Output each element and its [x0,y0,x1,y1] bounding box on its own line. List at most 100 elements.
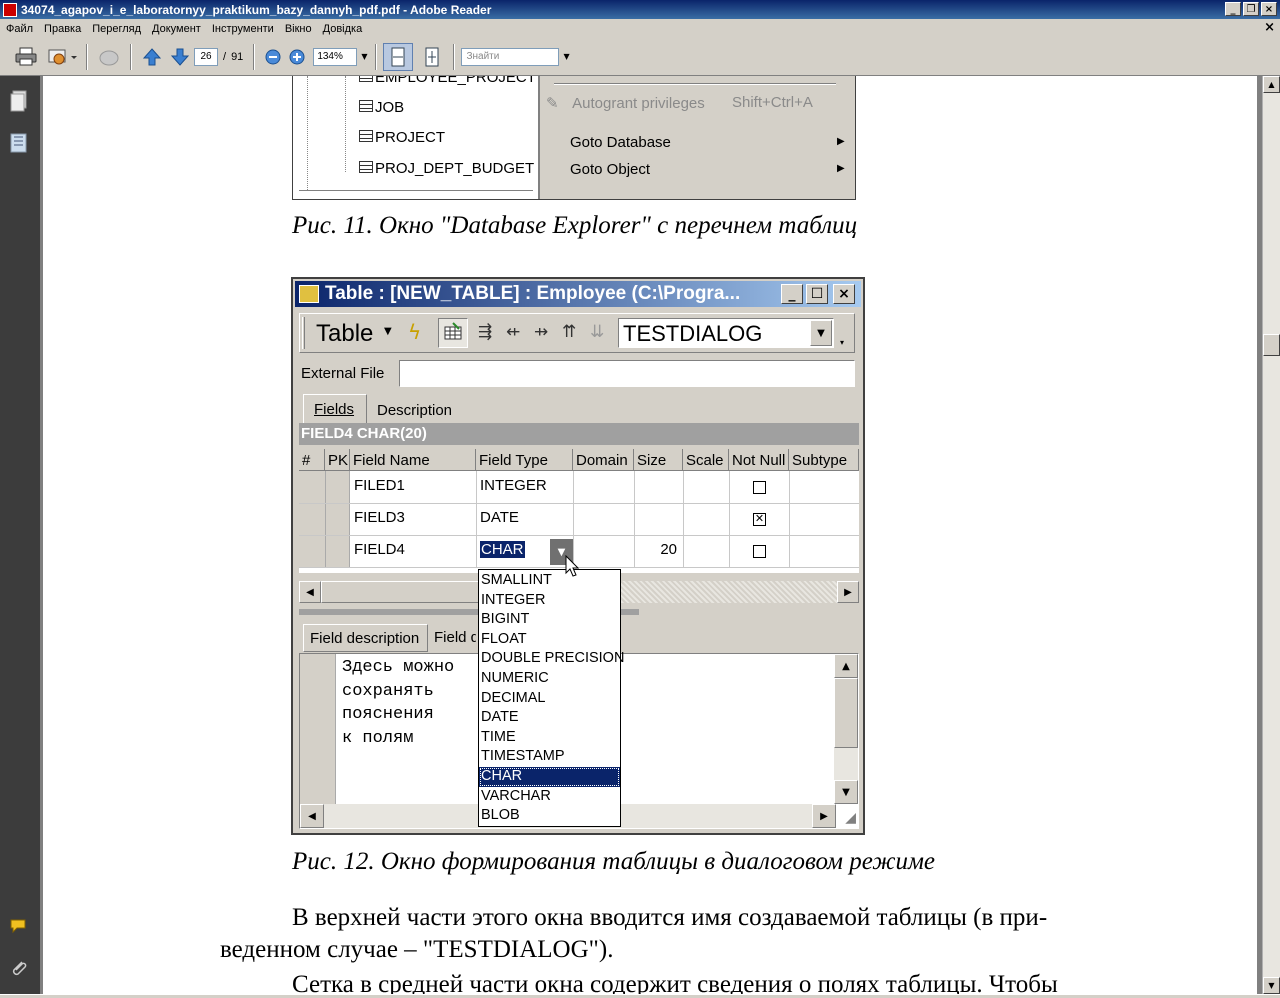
type-option[interactable]: FLOAT [479,630,620,650]
external-file-input[interactable] [399,360,855,387]
type-option[interactable]: NUMERIC [479,669,620,689]
not-null-checkbox[interactable] [753,545,766,558]
menu-window[interactable]: Вікно [279,23,317,35]
scroll-up-icon[interactable]: ▲ [1263,76,1280,93]
type-option-selected[interactable]: CHAR [479,766,620,787]
restore-button[interactable]: ❐ [1243,2,1259,16]
column-header-scale[interactable]: Scale [683,449,729,471]
table-menu-button[interactable]: Table [316,320,373,348]
delete-field-icon[interactable]: ⇷ [506,322,520,342]
close-button[interactable]: × [1261,2,1277,16]
dialog-close-button[interactable]: × [833,284,855,304]
zoom-level-input[interactable]: 134% [313,47,358,66]
zoom-dropdown-arrow[interactable]: ▼ [361,52,367,61]
column-header-pk[interactable]: PK [325,449,350,471]
field-type-editor[interactable]: CHAR [480,541,525,558]
tab-field-description[interactable]: Field description [303,624,428,652]
hand-tool-button[interactable] [94,43,124,71]
find-input[interactable]: Знайти [461,47,560,66]
scroll-left-icon[interactable]: ◀ [300,804,324,828]
menu-tools[interactable]: Інструменти [206,23,279,35]
column-header-field-name[interactable]: Field Name [350,449,476,471]
tab-fields[interactable]: Fields [303,394,367,423]
column-header-number[interactable]: # [299,449,325,471]
fit-page-button[interactable] [417,43,447,71]
memo-vertical-scrollbar[interactable]: ▲ ▼ [834,654,858,804]
chevron-down-icon[interactable]: ▼ [810,320,832,346]
lightning-icon[interactable]: ϟ [408,320,421,344]
page-number-input[interactable]: 26 [194,47,218,66]
tree-item-proj-dept-budget[interactable]: PROJ_DEPT_BUDGET [359,160,534,177]
attach-send-button[interactable] [44,43,80,71]
menu-item-goto-database[interactable]: Goto Database [570,134,671,151]
scroll-up-icon[interactable]: ▲ [834,654,858,678]
scroll-down-icon[interactable]: ▼ [834,780,858,804]
comments-icon[interactable] [9,916,29,938]
figure-11-screenshot: EMPLOYEE_PROJECT JOB PROJECT PROJ_DEPT_B… [292,76,856,200]
menu-document[interactable]: Документ [146,23,206,35]
fit-width-button[interactable] [383,42,414,71]
field-name-cell[interactable]: FIELD4 [354,541,405,558]
tab-description[interactable]: Description [367,396,457,423]
type-option[interactable]: BIGINT [479,610,620,630]
next-page-button[interactable] [166,43,194,71]
menu-edit[interactable]: Правка [38,23,86,35]
scroll-thumb[interactable] [1263,334,1280,356]
column-header-size[interactable]: Size [634,449,683,471]
previous-page-button[interactable] [138,43,166,71]
type-option[interactable]: BLOB [479,806,620,826]
pages-icon[interactable] [9,90,29,112]
edit-structure-button[interactable] [438,318,468,348]
resize-grip-icon[interactable]: ◢ [845,810,856,826]
field-name-cell[interactable]: FIELD3 [354,509,405,526]
tree-item-project[interactable]: PROJECT [359,129,445,146]
tree-item-employee-project[interactable]: EMPLOYEE_PROJECT [359,76,536,86]
not-null-checkbox-checked[interactable]: ✕ [753,513,766,526]
type-option[interactable]: INTEGER [479,591,620,611]
scroll-left-icon[interactable]: ◀ [299,581,321,603]
column-header-not-null[interactable]: Not Null [729,449,789,471]
print-button[interactable] [8,43,44,71]
type-option[interactable]: SMALLINT [479,571,620,591]
scroll-down-icon[interactable]: ▼ [1263,977,1280,994]
dialog-maximize-button[interactable]: ☐ [806,284,828,304]
menu-view[interactable]: Перегляд [86,23,146,35]
insert-field-icon[interactable]: ⇶ [478,322,492,342]
type-option[interactable]: VARCHAR [479,787,620,807]
type-option[interactable]: TIME [479,728,620,748]
field-type-cell[interactable]: DATE [480,509,519,526]
find-dropdown-arrow[interactable]: ▼ [563,52,569,61]
minimize-button[interactable]: _ [1225,2,1241,16]
field-type-cell[interactable]: INTEGER [480,477,547,494]
zoom-out-button[interactable] [261,43,285,71]
menu-item-goto-object[interactable]: Goto Object [570,161,650,178]
column-header-subtype[interactable]: Subtype [789,449,859,471]
menu-file[interactable]: Файл [0,23,38,35]
toolbar-overflow-icon[interactable]: ▾ [840,338,844,347]
paperclip-icon[interactable] [9,958,29,980]
scroll-thumb[interactable] [321,581,481,603]
document-close-button[interactable]: × [1264,20,1275,35]
field-name-cell[interactable]: FILED1 [354,477,405,494]
column-header-field-type[interactable]: Field Type [476,449,573,471]
bookmarks-icon[interactable] [9,132,29,154]
move-field-icon[interactable]: ⇸ [534,322,548,342]
type-option[interactable]: DECIMAL [479,689,620,709]
tree-item-job[interactable]: JOB [359,99,404,116]
scroll-right-icon[interactable]: ▶ [837,581,859,603]
type-option[interactable]: DOUBLE PRECISION [479,649,624,669]
zoom-in-button[interactable] [285,43,309,71]
type-option[interactable]: TIMESTAMP [479,747,620,767]
move-field-up-icon[interactable]: ⇈ [562,322,576,342]
scroll-right-icon[interactable]: ▶ [812,804,836,828]
menu-help[interactable]: Довідка [317,23,368,35]
type-option[interactable]: DATE [479,708,620,728]
tab-field-d[interactable]: Field d [428,624,476,652]
scroll-thumb[interactable] [834,678,858,748]
dialog-minimize-button[interactable]: _ [781,284,803,304]
not-null-checkbox[interactable] [753,481,766,494]
column-header-domain[interactable]: Domain [573,449,634,471]
document-vertical-scrollbar[interactable]: ▲ ▼ [1262,76,1280,994]
table-name-combo[interactable]: TESTDIALOG ▼ [618,318,834,348]
field-size-cell[interactable]: 20 [641,541,677,558]
